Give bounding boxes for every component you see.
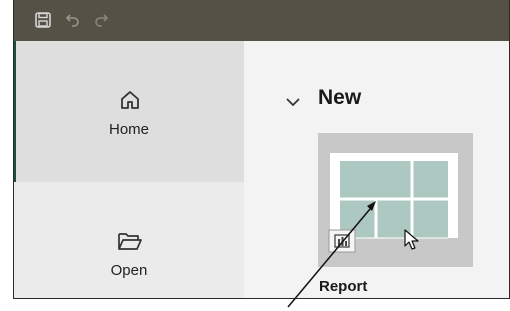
sidebar-item-label: Open xyxy=(110,262,148,279)
title-bar xyxy=(14,0,509,41)
home-icon xyxy=(121,91,139,109)
main-panel: New Report xyxy=(244,41,509,298)
selected-indicator xyxy=(14,41,16,182)
sidebar-item-home[interactable]: Home xyxy=(14,41,244,182)
sidebar-item-open[interactable]: Open xyxy=(14,182,244,298)
save-icon[interactable] xyxy=(34,11,52,29)
chevron-down-icon[interactable] xyxy=(286,97,300,107)
report-icon xyxy=(328,229,356,253)
app-window: Home Open New Report xyxy=(13,0,510,299)
mouse-cursor-icon xyxy=(404,229,419,250)
section-heading-new[interactable]: New xyxy=(318,86,361,110)
redo-icon[interactable] xyxy=(92,11,110,29)
undo-icon[interactable] xyxy=(64,11,82,29)
template-tile-report[interactable] xyxy=(318,133,473,267)
template-label-report[interactable]: Report xyxy=(319,278,367,295)
folder-open-icon xyxy=(118,233,142,250)
sidebar-item-label: Home xyxy=(108,121,149,138)
